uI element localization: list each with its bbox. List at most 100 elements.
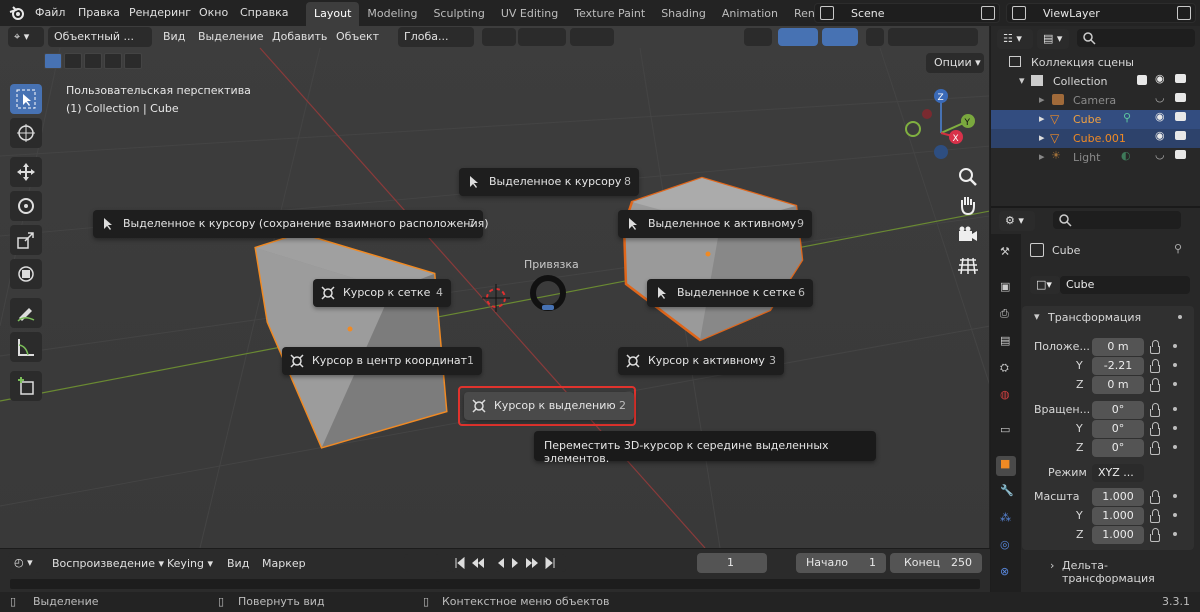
record-button[interactable] <box>404 554 440 572</box>
tab-physics-icon[interactable]: ◎ <box>996 537 1016 557</box>
select-mode-subtract-button[interactable] <box>84 53 102 69</box>
select-mode-new-button[interactable] <box>44 53 62 69</box>
props-search-input[interactable] <box>1053 211 1181 229</box>
camera-render-icon[interactable] <box>1175 112 1186 121</box>
expand-arrow-icon[interactable]: › <box>1050 559 1054 572</box>
orientation-dropdown[interactable]: Глоба... <box>398 27 474 47</box>
zoom-button[interactable] <box>954 163 982 191</box>
outliner-row-camera[interactable]: ▸ Camera ◡ <box>991 91 1200 110</box>
keyframe-dot-icon[interactable] <box>1173 532 1177 536</box>
rotation-x-field[interactable]: 0° <box>1092 401 1144 419</box>
props-editor-type-dropdown[interactable]: ⚙ ▾ <box>999 211 1035 231</box>
camera-render-icon[interactable] <box>1175 74 1186 83</box>
scale-z-field[interactable]: 1.000 <box>1092 526 1144 544</box>
transform-panel-title[interactable]: Трансформация <box>1048 311 1141 324</box>
tab-scene-icon[interactable]: ⛭ <box>996 360 1016 380</box>
delta-transform-panel-title[interactable]: Дельта-трансформация <box>1062 559 1200 585</box>
menu-window[interactable]: Окно <box>199 6 228 19</box>
timeline-view-menu[interactable]: Вид <box>227 557 249 570</box>
pie-item-cursor-to-world-origin[interactable]: Курсор в центр координат 1 <box>282 347 482 375</box>
keyframe-dot-icon[interactable] <box>1173 494 1177 498</box>
select-mode-intersect-button[interactable] <box>124 53 142 69</box>
eye-icon[interactable]: ◉ <box>1155 72 1165 85</box>
tab-output-icon[interactable]: ⎙ <box>996 306 1016 326</box>
tool-rotate[interactable] <box>10 191 42 221</box>
camera-render-icon[interactable] <box>1175 150 1186 159</box>
timeline-editor-type-dropdown[interactable]: ◴ ▾ <box>8 553 40 573</box>
camera-render-icon[interactable] <box>1175 131 1186 140</box>
shading-modes[interactable] <box>888 28 978 46</box>
tool-cursor[interactable] <box>10 118 42 148</box>
rotation-z-field[interactable]: 0° <box>1092 439 1144 457</box>
object-type-dropdown[interactable]: □▾ <box>1030 276 1060 294</box>
keying-menu[interactable]: Keying ▾ <box>167 557 213 570</box>
lock-icon[interactable] <box>1150 340 1160 354</box>
end-frame-field[interactable]: Конец 250 <box>890 553 982 573</box>
lock-icon[interactable] <box>1150 422 1160 436</box>
keyframe-dot-icon[interactable] <box>1173 445 1177 449</box>
keyframe-dot-icon[interactable] <box>1173 344 1177 348</box>
editor-type-dropdown[interactable]: ⌖ ▾ <box>8 27 44 47</box>
snap-toggle[interactable] <box>518 28 566 46</box>
outliner-search-input[interactable] <box>1077 29 1195 47</box>
pie-item-selection-to-grid[interactable]: Выделенное к сетке 6 <box>647 279 813 307</box>
options-dropdown[interactable]: Опции ▾ <box>926 53 984 73</box>
scale-y-field[interactable]: 1.000 <box>1092 507 1144 525</box>
object-name-field[interactable]: Cube <box>1060 276 1190 294</box>
camera-render-icon[interactable] <box>1175 93 1186 102</box>
tool-add-cube[interactable] <box>10 371 42 401</box>
ortho-toggle-button[interactable] <box>954 252 982 280</box>
location-y-field[interactable]: -2.21 <box>1092 357 1144 375</box>
menu-select[interactable]: Выделение <box>198 30 264 43</box>
proportional-edit-toggle[interactable] <box>570 28 614 46</box>
start-frame-field[interactable]: Начало 1 <box>796 553 886 573</box>
collapse-arrow-icon[interactable]: ▾ <box>1034 310 1040 323</box>
pan-button[interactable] <box>954 192 982 220</box>
tab-uv-editing[interactable]: UV Editing <box>493 2 566 26</box>
tool-annotate[interactable] <box>10 298 42 328</box>
eye-closed-icon[interactable]: ◡ <box>1155 91 1165 104</box>
scale-x-field[interactable]: 1.000 <box>1092 488 1144 506</box>
menu-add[interactable]: Добавить <box>272 30 327 43</box>
lock-icon[interactable] <box>1150 403 1160 417</box>
keyframe-dot-icon[interactable] <box>1173 407 1177 411</box>
pie-item-cursor-to-grid[interactable]: Курсор к сетке 4 <box>313 279 451 307</box>
tab-particles-icon[interactable]: ⁂ <box>996 510 1016 530</box>
outliner-editor-type-dropdown[interactable]: ☷ ▾ <box>997 29 1033 49</box>
pie-item-selection-to-active[interactable]: Выделенное к активному 9 <box>618 210 812 238</box>
tab-texture-paint[interactable]: Texture Paint <box>566 2 653 26</box>
drag-handle-icon[interactable] <box>1178 315 1182 319</box>
lock-icon[interactable] <box>1150 359 1160 373</box>
tab-modifiers-icon[interactable]: 🔧 <box>996 483 1016 503</box>
pin-icon[interactable]: ⚲ <box>1174 242 1182 255</box>
outliner-row-cube[interactable]: ▸ ▽ Cube ⚲ ◉ <box>991 110 1200 129</box>
tab-world-icon[interactable]: ◍ <box>996 387 1016 407</box>
tab-collection-icon[interactable]: ▭ <box>996 422 1016 442</box>
lock-icon[interactable] <box>1150 528 1160 542</box>
expand-arrow-icon[interactable]: ▸ <box>1039 131 1045 144</box>
tab-constraints-icon[interactable]: ⊗ <box>996 564 1016 584</box>
camera-view-button[interactable] <box>954 222 982 250</box>
menu-help[interactable]: Справка <box>240 6 288 19</box>
eye-icon[interactable]: ◉ <box>1155 110 1165 123</box>
tool-move[interactable] <box>10 157 42 187</box>
tab-animation[interactable]: Animation <box>714 2 786 26</box>
lock-icon[interactable] <box>1150 378 1160 392</box>
keyframe-dot-icon[interactable] <box>1173 363 1177 367</box>
pie-item-selection-to-cursor-offset[interactable]: Выделенное к курсору (сохранение взаимно… <box>93 210 489 238</box>
gizmo-toggle[interactable] <box>778 28 818 46</box>
viewlayer-selector[interactable]: ViewLayer <box>1006 3 1196 23</box>
checkbox-icon[interactable] <box>1137 75 1147 85</box>
expand-arrow-icon[interactable]: ▸ <box>1039 150 1045 163</box>
location-x-field[interactable]: 0 m <box>1092 338 1144 356</box>
tab-view-layer-icon[interactable]: ▤ <box>996 333 1016 353</box>
keyframe-dot-icon[interactable] <box>1173 382 1177 386</box>
keyframe-dot-icon[interactable] <box>1173 426 1177 430</box>
eye-closed-icon[interactable]: ◡ <box>1155 148 1165 161</box>
3d-viewport[interactable]: Z Y X ⌖ ▾ Объектный ... Вид Выделение До… <box>0 26 990 548</box>
menu-file[interactable]: Файл <box>35 6 65 19</box>
tool-scale[interactable] <box>10 225 42 255</box>
scene-copy-icon[interactable] <box>981 6 995 20</box>
menu-edit[interactable]: Правка <box>78 6 120 19</box>
playback-menu[interactable]: Воспроизведение ▾ <box>52 557 164 570</box>
